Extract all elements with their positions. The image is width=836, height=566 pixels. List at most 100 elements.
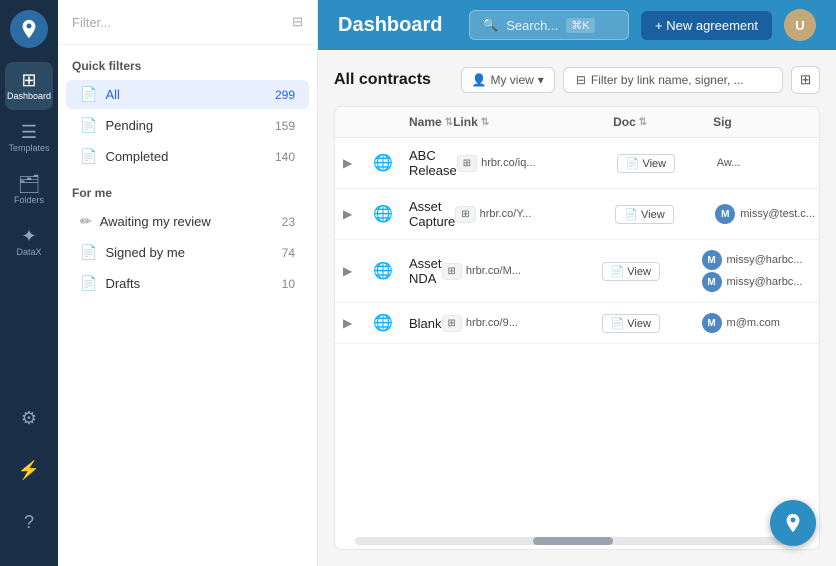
avatar[interactable]: U	[784, 9, 816, 41]
page-title: Dashboard	[338, 14, 457, 37]
filter-count: 10	[282, 277, 295, 291]
signer-cell: M missy@harbc... M missy@harbc...	[702, 250, 819, 292]
signer-email: missy@test.c...	[740, 208, 815, 220]
user-icon: 👤	[472, 73, 487, 87]
sort-icon[interactable]: ⇅	[481, 117, 489, 128]
expand-icon[interactable]: ▶	[343, 207, 373, 221]
contract-name: Asset NDA	[409, 256, 442, 286]
table-row[interactable]: ▶ 🌐 Asset NDA ⊞ hrbr.co/M... 📄 View M mi…	[335, 240, 819, 303]
new-agreement-button[interactable]: + New agreement	[641, 11, 772, 40]
grid-icon: ⊞	[800, 72, 811, 87]
app-logo[interactable]	[10, 10, 48, 48]
link-icon-button[interactable]: ⊞	[457, 155, 477, 172]
filter-drafts[interactable]: 📄 Drafts 10	[66, 269, 309, 298]
left-panel: Filter... ⊟ Quick filters 📄 All 299 📄 Pe…	[58, 0, 318, 566]
table-row[interactable]: ▶ 🌐 Asset Capture ⊞ hrbr.co/Y... 📄 View …	[335, 189, 819, 240]
link-icon-button[interactable]: ⊞	[455, 206, 475, 223]
filter-awaiting[interactable]: ✏ Awaiting my review 23	[66, 207, 309, 236]
contract-name: Blank	[409, 316, 442, 331]
scrollbar[interactable]	[355, 537, 799, 545]
contract-name: Asset Capture	[409, 199, 455, 229]
filter-completed[interactable]: 📄 Completed 140	[66, 142, 309, 171]
sidebar-item-label: DataX	[16, 247, 41, 257]
view-doc-button[interactable]: 📄 View	[617, 154, 675, 173]
grid-view-button[interactable]: ⊞	[791, 66, 820, 94]
signer-chip: M missy@test.c...	[715, 204, 819, 224]
all-icon: 📄	[80, 86, 97, 103]
sidebar-item-dashboard[interactable]: ⊞ Dashboard	[5, 62, 53, 110]
sidebar-item-templates[interactable]: ☰ Templates	[5, 114, 53, 162]
expand-icon[interactable]: ▶	[343, 316, 373, 330]
pending-icon: 📄	[80, 117, 97, 134]
sort-icon[interactable]: ⇅	[445, 117, 453, 128]
sidebar-item-integrations[interactable]: ⚡	[5, 446, 53, 494]
lightning-icon: ⚡	[18, 461, 40, 479]
content-area: All contracts 👤 My view ▾ ⊟ Filter by li…	[318, 50, 836, 566]
table-body: ▶ 🌐 ABC Release ⊞ hrbr.co/iq... 📄 View A…	[335, 138, 819, 531]
toolbar: 👤 My view ▾ ⊟ Filter by link name, signe…	[461, 66, 821, 94]
link-url: hrbr.co/iq...	[481, 157, 535, 169]
view-select-button[interactable]: 👤 My view ▾	[461, 67, 555, 93]
signer-chip: M missy@harbc...	[702, 250, 819, 270]
filter-count: 74	[282, 246, 295, 260]
link-cell: ⊞ hrbr.co/Y...	[455, 206, 615, 223]
signer-avatar: M	[715, 204, 735, 224]
table-row[interactable]: ▶ 🌐 ABC Release ⊞ hrbr.co/iq... 📄 View A…	[335, 138, 819, 189]
help-icon: ?	[24, 513, 34, 531]
quick-filters-title: Quick filters	[58, 45, 317, 79]
folders-icon: 🗂	[18, 175, 41, 193]
filter-pending[interactable]: 📄 Pending 159	[66, 111, 309, 140]
signer-text: Aw...	[717, 157, 819, 169]
sidebar-item-label: Dashboard	[7, 91, 51, 101]
table-header: Name ⇅ Link ⇅ Doc ⇅ Sig	[335, 107, 819, 138]
filter-input[interactable]: Filter...	[72, 15, 292, 30]
sidebar-item-help[interactable]: ?	[5, 498, 53, 546]
link-icon-button[interactable]: ⊞	[442, 315, 462, 332]
top-header: Dashboard 🔍 Search... ⌘K + New agreement…	[318, 0, 836, 50]
filter-icon[interactable]: ⊟	[292, 14, 303, 30]
settings-icon: ⚙	[21, 409, 37, 427]
col-signer: Sig	[713, 115, 820, 129]
expand-icon[interactable]: ▶	[343, 156, 373, 170]
sidebar-item-label: Templates	[8, 143, 49, 153]
sidebar-item-settings[interactable]: ⚙	[5, 394, 53, 442]
datax-icon: ✦	[21, 227, 36, 245]
link-cell: ⊞ hrbr.co/iq...	[457, 155, 617, 172]
signer-avatar: M	[702, 250, 722, 270]
search-box[interactable]: 🔍 Search... ⌘K	[469, 10, 629, 40]
table-row[interactable]: ▶ 🌐 Blank ⊞ hrbr.co/9... 📄 View M m@m.co…	[335, 303, 819, 344]
filter-placeholder: Filter by link name, signer, ...	[591, 73, 744, 87]
col-name: Name ⇅	[409, 115, 453, 129]
filter-label: All	[105, 87, 267, 102]
search-shortcut: ⌘K	[566, 18, 594, 33]
fab-button[interactable]	[770, 500, 816, 546]
signed-icon: 📄	[80, 244, 97, 261]
contract-name: ABC Release	[409, 148, 457, 178]
filter-signed-by-me[interactable]: 📄 Signed by me 74	[66, 238, 309, 267]
expand-icon[interactable]: ▶	[343, 264, 373, 278]
dashboard-icon: ⊞	[21, 71, 36, 89]
view-doc-button[interactable]: 📄 View	[602, 262, 660, 281]
contracts-title: All contracts	[334, 71, 431, 89]
filter-all[interactable]: 📄 All 299	[66, 80, 309, 109]
filter-label: Completed	[105, 149, 267, 164]
signer-avatar: M	[702, 272, 722, 292]
doc-cell: 📄 View	[602, 262, 702, 281]
sidebar-item-folders[interactable]: 🗂 Folders	[5, 166, 53, 214]
signer-cell: Aw...	[717, 157, 819, 169]
signer-cell: M missy@test.c...	[715, 204, 819, 224]
view-doc-button[interactable]: 📄 View	[615, 205, 673, 224]
link-cell: ⊞ hrbr.co/M...	[442, 263, 602, 280]
sidebar-item-datax[interactable]: ✦ DataX	[5, 218, 53, 266]
filter-icon: ⊟	[576, 73, 586, 87]
link-icon-button[interactable]: ⊞	[442, 263, 462, 280]
filter-label: Awaiting my review	[100, 214, 274, 229]
view-doc-button[interactable]: 📄 View	[602, 314, 660, 333]
scrollbar-thumb	[533, 537, 613, 545]
filter-link-button[interactable]: ⊟ Filter by link name, signer, ...	[563, 67, 783, 93]
sort-icon[interactable]: ⇅	[639, 117, 647, 128]
col-doc: Doc ⇅	[613, 115, 713, 129]
filter-count: 159	[275, 119, 295, 133]
filter-count: 140	[275, 150, 295, 164]
link-url: hrbr.co/9...	[466, 317, 518, 329]
